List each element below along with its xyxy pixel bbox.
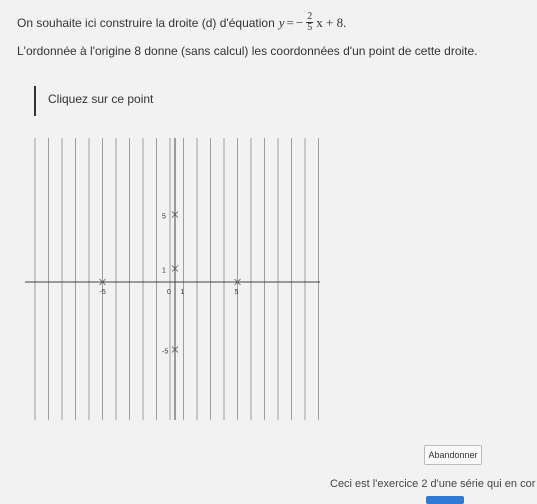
graph-tick-label: 1 <box>162 268 166 275</box>
abandon-button[interactable]: Abandonner <box>424 445 482 465</box>
progress-bar <box>426 496 464 504</box>
graph[interactable]: 5 1 -5 0 1 5 -5 <box>0 0 537 504</box>
footer-text: Ceci est l'exercice 2 d'une série qui en… <box>330 478 536 490</box>
graph-tick-label: 5 <box>235 289 239 296</box>
graph-tick-label: -5 <box>100 289 106 296</box>
graph-axes <box>25 138 320 420</box>
graph-tick-label: 0 <box>167 289 171 296</box>
graph-grid <box>34 138 319 420</box>
graph-tick-label: 5 <box>162 214 166 221</box>
graph-tick-label: -5 <box>162 349 168 356</box>
graph-tick-label: 1 <box>181 289 185 296</box>
